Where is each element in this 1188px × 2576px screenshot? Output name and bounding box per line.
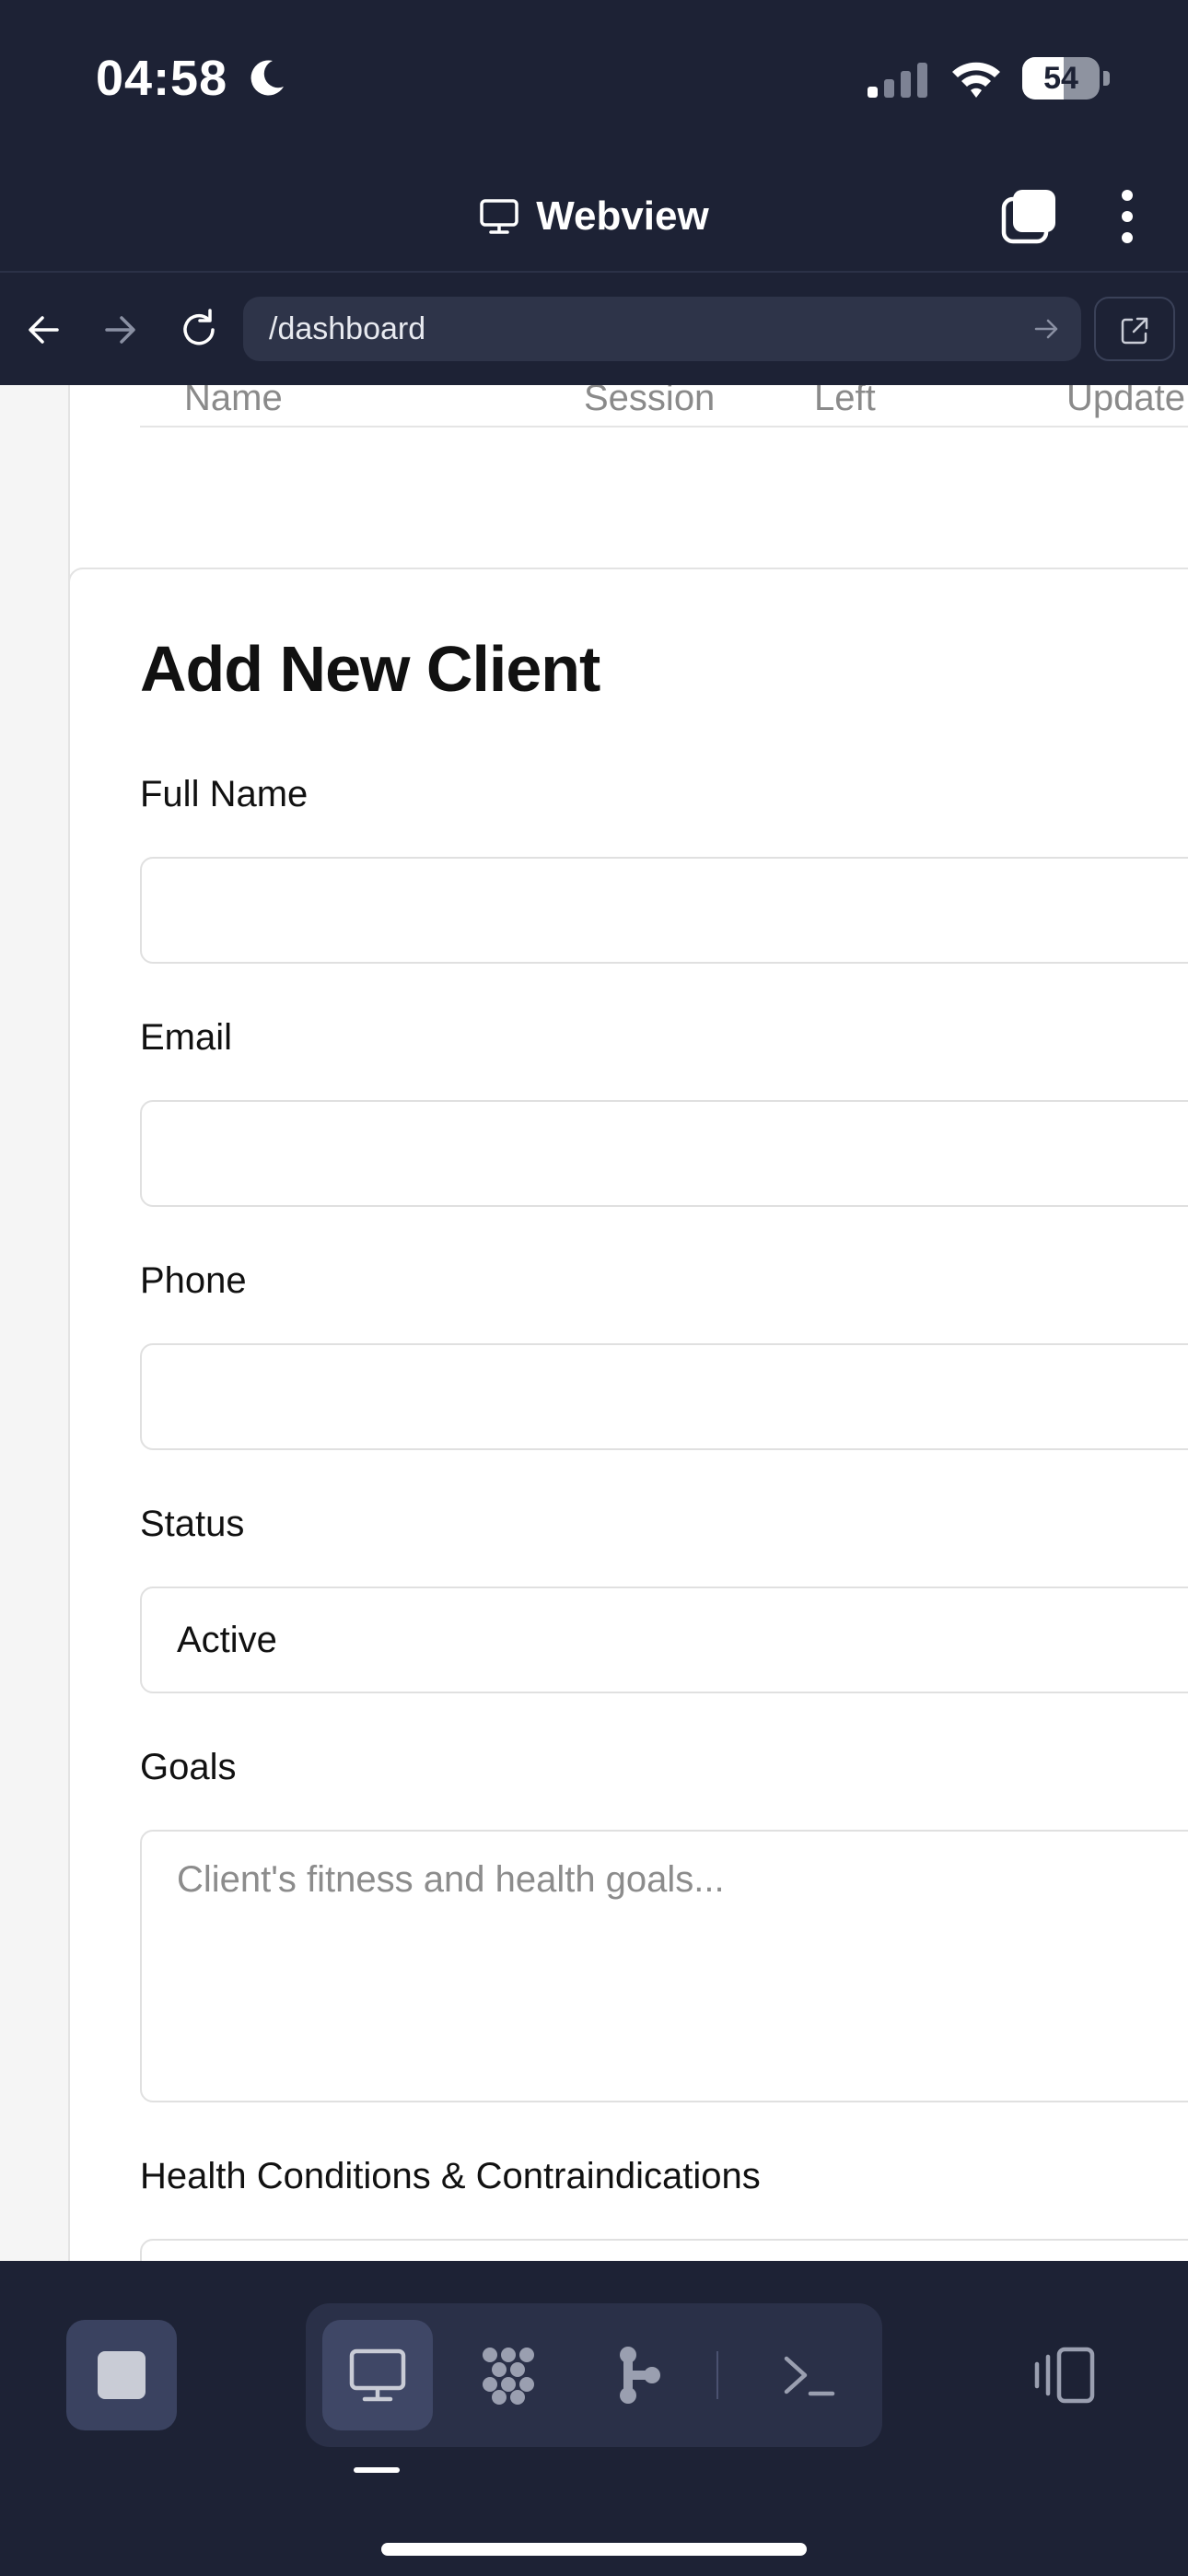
home-indicator [381,2543,807,2556]
url-bar: /dashboard [0,271,1188,387]
bottom-toolbar [0,2261,1188,2576]
battery-indicator: 54 [1022,57,1111,101]
column-header-update: Update [1066,385,1185,418]
url-field[interactable]: /dashboard [243,297,1081,361]
stop-icon [98,2351,146,2399]
column-header-name: Name [184,385,283,418]
external-link-icon [1121,317,1148,345]
go-arrow-icon[interactable] [1031,314,1061,344]
status-select[interactable]: Active [140,1587,1188,1693]
email-label: Email [140,1017,233,1058]
battery-percent: 54 [1043,61,1078,96]
status-bar: 04:58 54 [0,0,1188,157]
webview-content: Name Session Left Update Add New Client … [0,385,1188,2261]
stop-button[interactable] [66,2320,177,2430]
mode-switcher [306,2303,882,2447]
url-text: /dashboard [269,311,426,346]
mode-grid-button[interactable] [453,2320,564,2430]
wifi-icon [952,62,1000,98]
mode-webview-button[interactable] [322,2320,433,2430]
table-header: Name Session Left Update [140,385,1188,427]
health-conditions-label: Health Conditions & Contraindications [140,2156,761,2196]
form-title: Add New Client [140,633,600,705]
full-name-input[interactable] [140,857,1188,964]
mode-separator [716,2351,718,2399]
phone-input[interactable] [140,1343,1188,1450]
more-icon[interactable] [1111,188,1144,245]
status-label: Status [140,1504,245,1544]
status-selected-value: Active [177,1620,277,1660]
email-input[interactable] [140,1100,1188,1207]
monitor-icon [349,2348,406,2402]
tabs-icon[interactable] [1000,188,1057,245]
mode-terminal-button[interactable] [753,2320,864,2430]
terminal-icon [784,2356,835,2396]
mode-branch-button[interactable] [584,2320,694,2430]
reload-icon[interactable] [171,302,227,357]
moon-icon [250,60,284,96]
goals-label: Goals [140,1747,237,1787]
goals-textarea[interactable]: Client's fitness and health goals... [140,1830,1188,2102]
grid-dots-icon [483,2348,534,2405]
branch-icon [620,2347,660,2404]
add-client-card: Add New Client Full Name Email Phone Sta… [68,568,1188,2261]
open-external-button[interactable] [1094,297,1175,361]
app-header: Webview [0,157,1188,271]
column-header-left: Left [814,385,876,418]
status-time: 04:58 [96,51,228,106]
health-conditions-textarea[interactable] [140,2239,1188,2261]
app-title-text: Webview [536,193,709,239]
full-name-label: Full Name [140,774,309,814]
signal-icon [868,63,927,98]
column-header-session: Session [584,385,716,418]
goals-placeholder: Client's fitness and health goals... [177,1859,725,1900]
monitor-icon [480,199,518,234]
phone-label: Phone [140,1260,247,1301]
back-icon[interactable] [17,302,72,357]
forward-icon[interactable] [92,302,147,357]
device-rotate-icon[interactable] [1031,2346,1098,2405]
active-mode-indicator [354,2467,400,2473]
